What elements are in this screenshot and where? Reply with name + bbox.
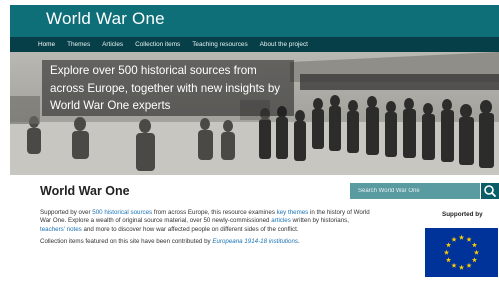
intro-paragraph-contributors: Collection items featured on this site h… <box>40 238 375 246</box>
nav-item-teaching-resources[interactable]: Teaching resources <box>186 37 253 52</box>
inline-link[interactable]: teachers' notes <box>40 226 82 233</box>
nav-item-themes[interactable]: Themes <box>61 37 96 52</box>
inline-link[interactable]: key themes <box>277 209 309 216</box>
paragraph-text: written by historians, <box>290 217 349 225</box>
paragraph-text: and more to discover how war affected pe… <box>81 225 299 233</box>
nav-item-home[interactable]: Home <box>34 37 61 52</box>
site-title[interactable]: World War One <box>46 9 165 29</box>
inline-link[interactable]: 500 historical sources <box>92 209 152 216</box>
site-header: World War One <box>10 5 499 37</box>
search-button[interactable] <box>481 183 499 199</box>
supported-by-label: Supported by <box>442 211 483 218</box>
main-nav: Home Themes Articles Collection items Te… <box>10 37 499 52</box>
paragraph-text: . <box>297 237 300 245</box>
page-heading: World War One <box>40 184 130 198</box>
search-icon <box>484 185 496 197</box>
nav-item-articles[interactable]: Articles <box>96 37 129 52</box>
intro-text: Supported by over 500 historical sources… <box>40 209 375 246</box>
page: World War One Home Themes Articles Colle… <box>10 0 499 298</box>
search-input[interactable] <box>350 183 472 199</box>
eu-flag-icon <box>425 228 498 277</box>
intro-paragraph: Supported by over 500 historical sources… <box>40 209 375 234</box>
hero-caption: Explore over 500 historical sources from… <box>50 64 281 112</box>
hero-banner: Explore over 500 historical sources from… <box>10 52 499 175</box>
search-box <box>350 183 480 199</box>
inline-link[interactable]: articles <box>271 217 291 224</box>
nav-item-about-project[interactable]: About the project <box>254 37 314 52</box>
paragraph-text: from across Europe, this resource examin… <box>152 209 277 216</box>
paragraph-text: Supported by over <box>40 209 93 216</box>
nav-item-collection-items[interactable]: Collection items <box>129 37 186 52</box>
inline-link[interactable]: Europeana 1914-18 institutions <box>212 238 298 245</box>
paragraph-text: Collection items featured on this site h… <box>40 237 213 245</box>
